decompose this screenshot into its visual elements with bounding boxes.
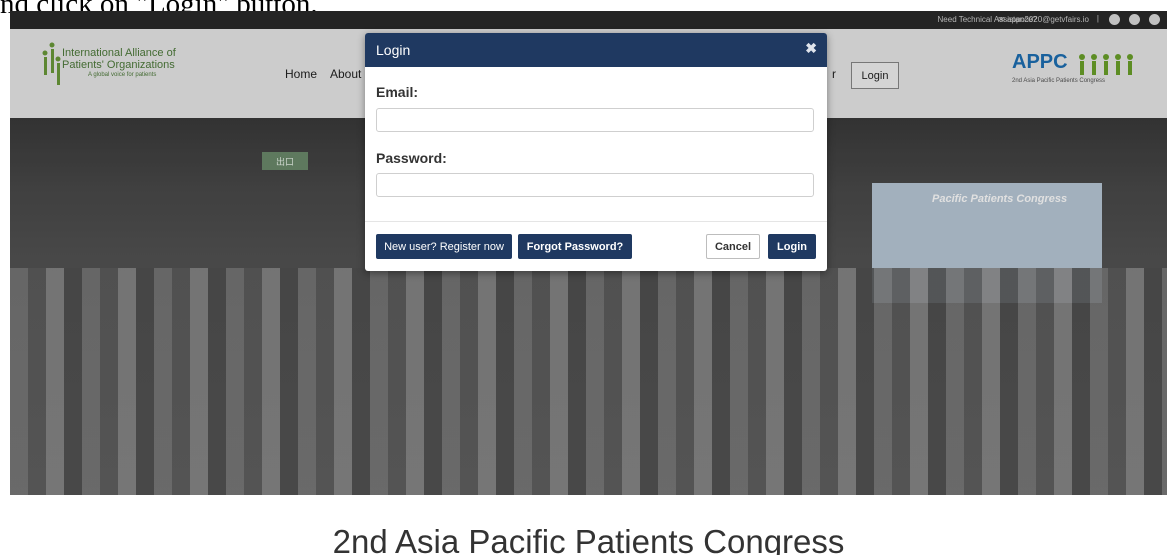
login-button[interactable]: Login xyxy=(768,234,816,259)
modal-header: Login ✖ xyxy=(365,33,827,67)
close-icon[interactable]: ✖ xyxy=(805,40,817,57)
page-title: 2nd Asia Pacific Patients Congress xyxy=(332,523,845,555)
email-field[interactable] xyxy=(376,108,814,132)
register-button[interactable]: New user? Register now xyxy=(376,234,512,259)
email-label: Email: xyxy=(376,84,419,100)
forgot-password-button[interactable]: Forgot Password? xyxy=(518,234,632,259)
cancel-button[interactable]: Cancel xyxy=(706,234,760,259)
modal-title: Login xyxy=(376,42,411,58)
webpage: Need Technical Assistance? ✉ appc2020@ge… xyxy=(10,11,1167,555)
password-label: Password: xyxy=(376,150,447,166)
password-field[interactable] xyxy=(376,173,814,197)
login-modal: Login ✖ Email: Password: New user? Regis… xyxy=(365,33,827,271)
modal-divider xyxy=(365,221,827,222)
